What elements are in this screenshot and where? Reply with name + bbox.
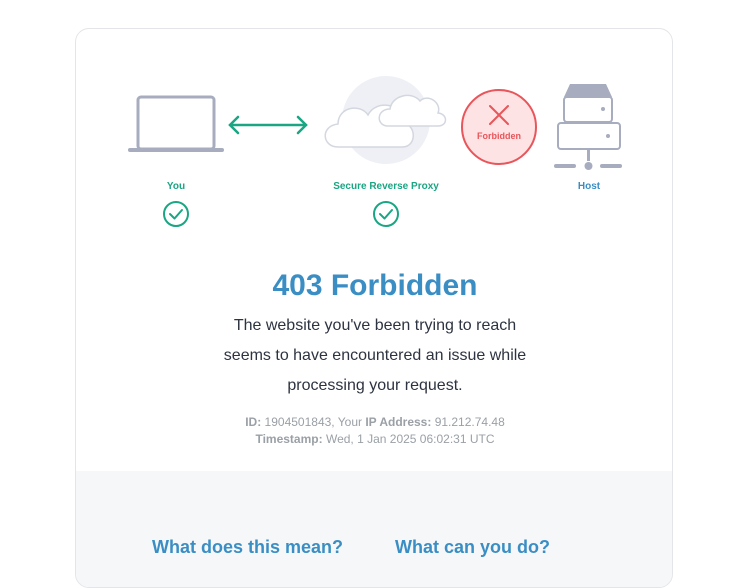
request-meta: ID: 1904501843, Your IP Address: 91.212.… (76, 414, 672, 448)
forbidden-badge: Forbidden (461, 89, 537, 165)
ip-label: IP Address: (365, 415, 432, 429)
you-label: You (166, 181, 186, 192)
error-title: 403 Forbidden (272, 269, 478, 302)
cloud-proxy-icon (324, 76, 447, 164)
ip-prefix: , Your (331, 415, 366, 429)
what-can-you-do-heading[interactable]: What can you do? (395, 537, 550, 558)
request-id-line: ID: 1904501843, Your IP Address: 91.212.… (76, 414, 672, 431)
check-circle-icon (373, 201, 399, 227)
host-label: Host (577, 181, 601, 192)
info-section: What does this mean? What can you do? (76, 471, 672, 587)
ip-value: 91.212.74.48 (434, 415, 505, 429)
what-does-this-mean-heading[interactable]: What does this mean? (152, 537, 343, 558)
check-circle-icon (163, 201, 189, 227)
error-card: Forbidden You Secure Reverse Proxy Host … (75, 28, 673, 588)
forbidden-badge-label: Forbidden (477, 131, 521, 141)
laptop-icon (128, 95, 224, 152)
proxy-label: Secure Reverse Proxy (333, 181, 439, 192)
server-host-icon (554, 84, 622, 170)
id-value: 1904501843 (264, 415, 332, 429)
id-label: ID: (245, 415, 262, 429)
timestamp-value: Wed, 1 Jan 2025 06:02:31 UTC (325, 432, 495, 446)
double-arrow-icon (228, 115, 308, 135)
error-message: The website you've been trying to reach … (200, 311, 550, 401)
timestamp-label: Timestamp: (255, 432, 323, 446)
error-message-line: The website you've been trying to reach (233, 317, 517, 334)
timestamp-line: Timestamp: Wed, 1 Jan 2025 06:02:31 UTC (76, 431, 672, 448)
error-message-line: processing your request. (287, 377, 463, 394)
error-message-line: seems to have encountered an issue while (223, 347, 527, 364)
